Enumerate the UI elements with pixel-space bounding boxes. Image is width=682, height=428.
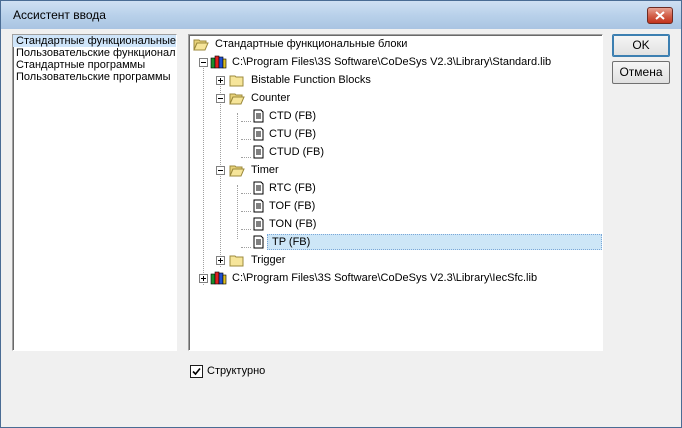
category-list[interactable]: Стандартные функциональные блоки Пользов… [12, 34, 177, 351]
library-icon [210, 271, 227, 285]
expand-icon[interactable] [199, 274, 208, 283]
tree-line [241, 139, 251, 140]
folder-icon [229, 75, 244, 87]
tree-node-label: TP (FB) [272, 236, 311, 248]
category-item[interactable]: Пользовательские программы [13, 71, 176, 83]
function-block-icon [253, 127, 264, 141]
tree-line [241, 229, 251, 230]
tree-node-label: CTUD (FB) [269, 146, 324, 158]
category-item[interactable]: Стандартные программы [13, 59, 176, 71]
category-item[interactable]: Пользовательские функциональные блоки [13, 47, 176, 59]
tree-node-label: Timer [251, 164, 279, 176]
collapse-icon[interactable] [216, 94, 225, 103]
block-tree[interactable]: Стандартные функциональные блоки C:\Prog… [188, 34, 603, 351]
function-block-icon [253, 235, 264, 249]
function-block-icon [253, 217, 264, 231]
tree-line [241, 121, 251, 122]
close-button[interactable] [647, 7, 673, 24]
tree-line [241, 211, 251, 212]
function-block-icon [253, 145, 264, 159]
expand-icon[interactable] [216, 76, 225, 85]
input-assistant-window: Ассистент ввода Стандартные функциональн… [0, 0, 682, 428]
collapse-icon[interactable] [199, 58, 208, 67]
tree-line [237, 185, 238, 239]
function-block-icon [253, 109, 264, 123]
tree-node-label: C:\Program Files\3S Software\CoDeSys V2.… [232, 272, 538, 284]
tree-node-label: C:\Program Files\3S Software\CoDeSys V2.… [232, 56, 552, 68]
structured-label[interactable]: Структурно [207, 365, 265, 377]
folder-open-icon [229, 165, 245, 177]
close-icon [655, 11, 665, 20]
tree-node-label: RTC (FB) [269, 182, 316, 194]
tree-node-label: Bistable Function Blocks [251, 74, 371, 86]
tree-line [241, 247, 251, 248]
cancel-button[interactable]: Отмена [612, 61, 670, 84]
title-bar: Ассистент ввода [1, 1, 681, 29]
tree-node-tp-selected[interactable]: TP (FB) [267, 234, 602, 250]
folder-icon [229, 255, 244, 267]
checkmark-icon [192, 367, 201, 376]
folder-open-icon [193, 39, 209, 51]
tree-node-label: Trigger [251, 254, 286, 266]
tree-node-label: Counter [251, 92, 291, 104]
category-item[interactable]: Стандартные функциональные блоки [13, 35, 176, 47]
tree-line [241, 157, 251, 158]
tree-node-label: Стандартные функциональные блоки [215, 38, 408, 50]
expand-icon[interactable] [216, 256, 225, 265]
tree-node-label: TON (FB) [269, 218, 317, 230]
tree-node-label: CTU (FB) [269, 128, 317, 140]
structured-checkbox[interactable] [190, 365, 203, 378]
library-icon [210, 55, 227, 69]
collapse-icon[interactable] [216, 166, 225, 175]
ok-button[interactable]: OK [612, 34, 670, 57]
dialog-client: Стандартные функциональные блоки Пользов… [1, 29, 681, 427]
tree-line [237, 113, 238, 149]
folder-open-icon [229, 93, 245, 105]
tree-node-label: TOF (FB) [269, 200, 316, 212]
function-block-icon [253, 199, 264, 213]
tree-node-label: CTD (FB) [269, 110, 317, 122]
window-title: Ассистент ввода [13, 8, 106, 22]
tree-line [203, 59, 204, 285]
function-block-icon [253, 181, 264, 195]
tree-line [241, 193, 251, 194]
